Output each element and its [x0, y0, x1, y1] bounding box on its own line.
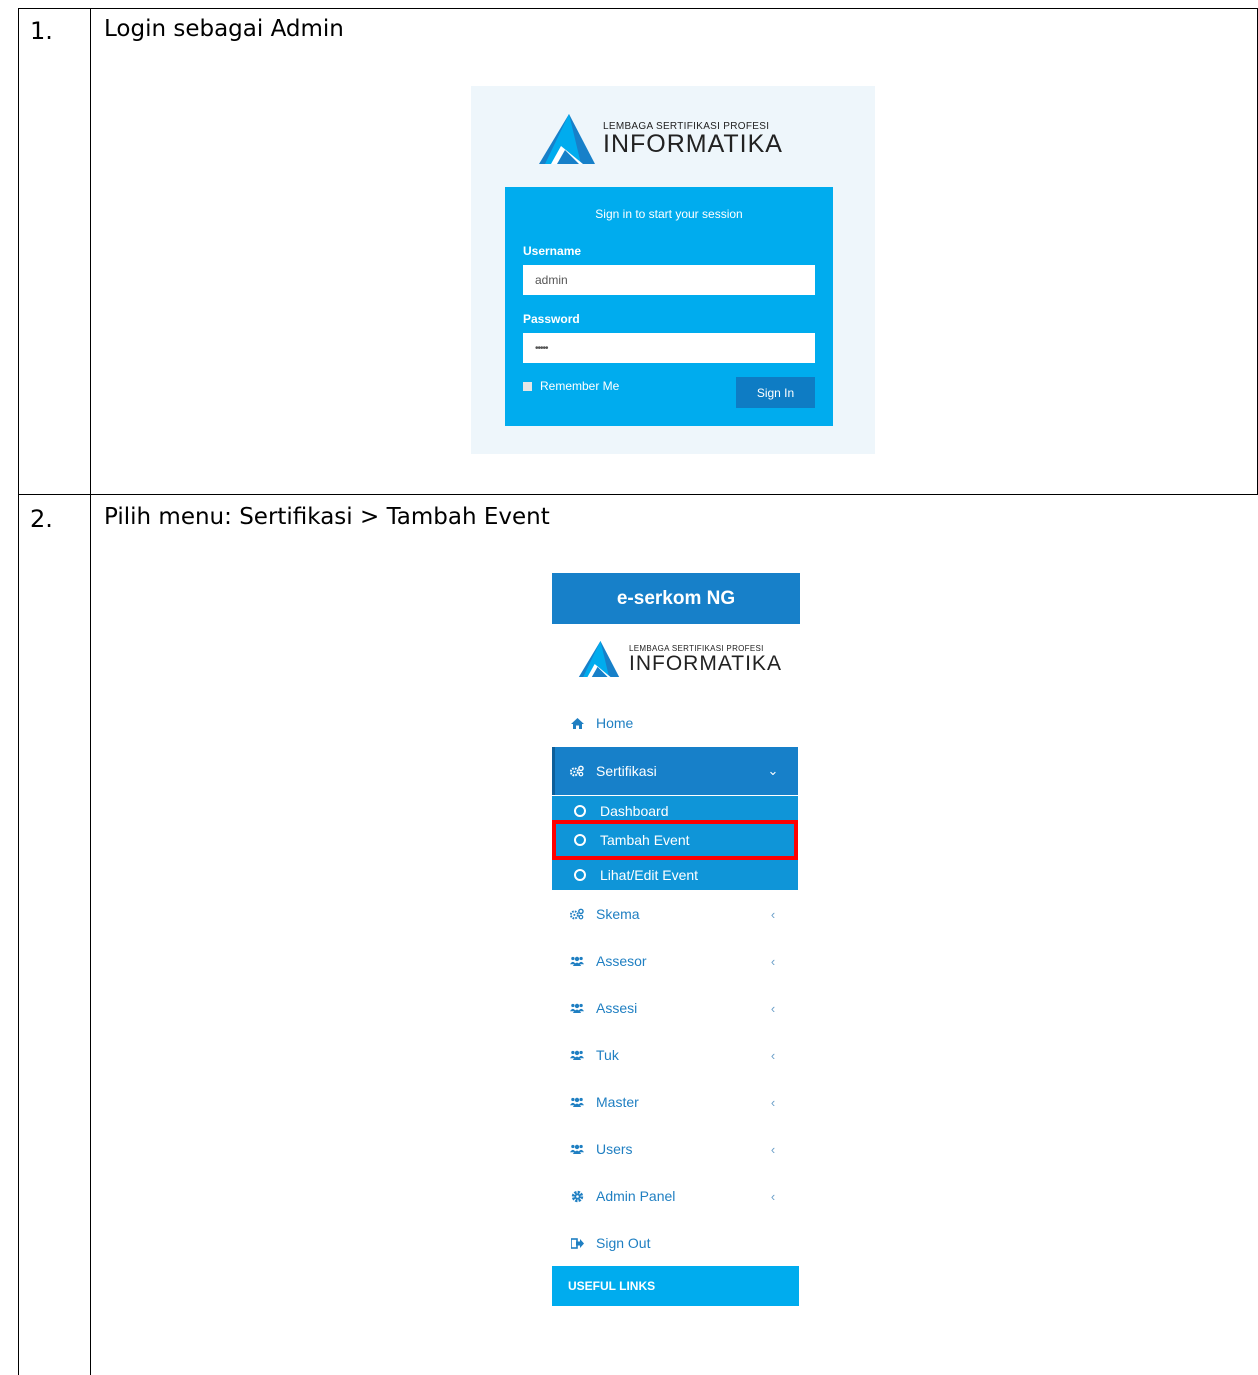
table-column-divider — [90, 8, 91, 1375]
row-number: 1. — [30, 17, 53, 45]
chevron-left-icon: ‹ — [770, 906, 776, 922]
remember-me[interactable]: Remember Me — [523, 379, 619, 393]
sidebar-item-assesi[interactable]: Assesi ‹ — [552, 988, 798, 1028]
users-icon — [570, 955, 584, 967]
sidebar-item-label: Sign Out — [596, 1235, 651, 1251]
password-input[interactable]: ••••• — [523, 333, 815, 363]
password-label: Password — [523, 312, 580, 326]
sidebar-item-label: Users — [596, 1141, 633, 1157]
sign-in-button[interactable]: Sign In — [736, 377, 815, 408]
circle-icon — [574, 834, 586, 846]
sidebar-item-assesor[interactable]: Assesor ‹ — [552, 941, 798, 981]
row-number: 2. — [30, 505, 53, 533]
sidebar-item-master[interactable]: Master ‹ — [552, 1082, 798, 1122]
users-icon — [570, 1049, 584, 1061]
chevron-left-icon: ‹ — [770, 1188, 776, 1204]
lsp-logo: LEMBAGA SERTIFIKASI PROFESI INFORMATIKA — [574, 641, 782, 677]
sidebar-item-users[interactable]: Users ‹ — [552, 1129, 798, 1169]
login-screenshot: LEMBAGA SERTIFIKASI PROFESI INFORMATIKA … — [471, 86, 875, 454]
sidebar-item-label: Assesi — [596, 1000, 638, 1016]
lsp-triangle-logo-icon — [578, 641, 620, 677]
sertifikasi-submenu: Dashboard Tambah Event Lihat/Edit Event — [552, 796, 798, 890]
logo-name: INFORMATIKA — [603, 130, 783, 158]
remember-label: Remember Me — [540, 379, 620, 393]
users-icon — [570, 1143, 584, 1155]
sidebar-item-label: Master — [596, 1094, 639, 1110]
sidebar-item-label: Skema — [596, 906, 640, 922]
sidebar-item-label: Sertifikasi — [596, 763, 657, 779]
logo-name: INFORMATIKA — [629, 652, 782, 675]
circle-icon — [574, 869, 586, 881]
table-row-divider — [18, 494, 1258, 495]
submenu-label: Tambah Event — [600, 832, 690, 848]
login-message: Sign in to start your session — [595, 207, 743, 221]
lsp-triangle-logo-icon — [539, 114, 595, 164]
sidebar-item-label: Tuk — [596, 1047, 619, 1063]
sidebar-item-label: Assesor — [596, 953, 647, 969]
chevron-down-icon: ⌄ — [767, 763, 779, 778]
table-border-top — [18, 8, 1258, 9]
sidebar-screenshot: e-serkom NG LEMBAGA SERTIFIKASI PROFESI … — [552, 573, 800, 1306]
remember-checkbox[interactable] — [523, 381, 532, 391]
sign-out-icon — [570, 1237, 584, 1249]
chevron-left-icon: ‹ — [770, 953, 776, 969]
useful-links-header: USEFUL LINKS — [552, 1266, 799, 1306]
gears-icon — [570, 765, 584, 777]
sidebar-item-sign-out[interactable]: Sign Out — [552, 1223, 798, 1263]
home-icon — [570, 717, 584, 729]
users-icon — [570, 1096, 584, 1108]
chevron-left-icon: ‹ — [770, 1000, 776, 1016]
login-form: Sign in to start your session Username a… — [505, 187, 833, 426]
sidebar-item-sertifikasi[interactable]: Sertifikasi ⌄ — [552, 747, 798, 795]
sidebar-item-skema[interactable]: Skema ‹ — [552, 894, 798, 934]
chevron-left-icon: ‹ — [770, 1094, 776, 1110]
sidebar-item-tuk[interactable]: Tuk ‹ — [552, 1035, 798, 1075]
app-title: e-serkom NG — [552, 573, 800, 624]
chevron-left-icon: ‹ — [770, 1141, 776, 1157]
submenu-item-lihat-edit-event[interactable]: Lihat/Edit Event — [552, 860, 798, 890]
submenu-label: Dashboard — [600, 803, 669, 819]
sidebar-item-label: Admin Panel — [596, 1188, 676, 1204]
step-title: Pilih menu: Sertifikasi > Tambah Event — [104, 504, 550, 530]
gears-icon — [570, 908, 584, 920]
gear-icon — [570, 1190, 584, 1203]
username-label: Username — [523, 244, 582, 258]
sidebar-item-admin-panel[interactable]: Admin Panel ‹ — [552, 1176, 798, 1216]
users-icon — [570, 1002, 584, 1014]
circle-icon — [574, 805, 586, 817]
chevron-left-icon: ‹ — [770, 1047, 776, 1063]
submenu-item-tambah-event[interactable]: Tambah Event — [552, 820, 798, 860]
table-border-left — [18, 8, 19, 1375]
sidebar-item-home[interactable]: Home — [552, 703, 798, 743]
step-title: Login sebagai Admin — [104, 16, 344, 42]
sidebar-item-label: Home — [596, 715, 634, 731]
username-input[interactable]: admin — [523, 265, 815, 295]
submenu-label: Lihat/Edit Event — [600, 867, 699, 883]
lsp-logo: LEMBAGA SERTIFIKASI PROFESI INFORMATIKA — [539, 114, 783, 164]
